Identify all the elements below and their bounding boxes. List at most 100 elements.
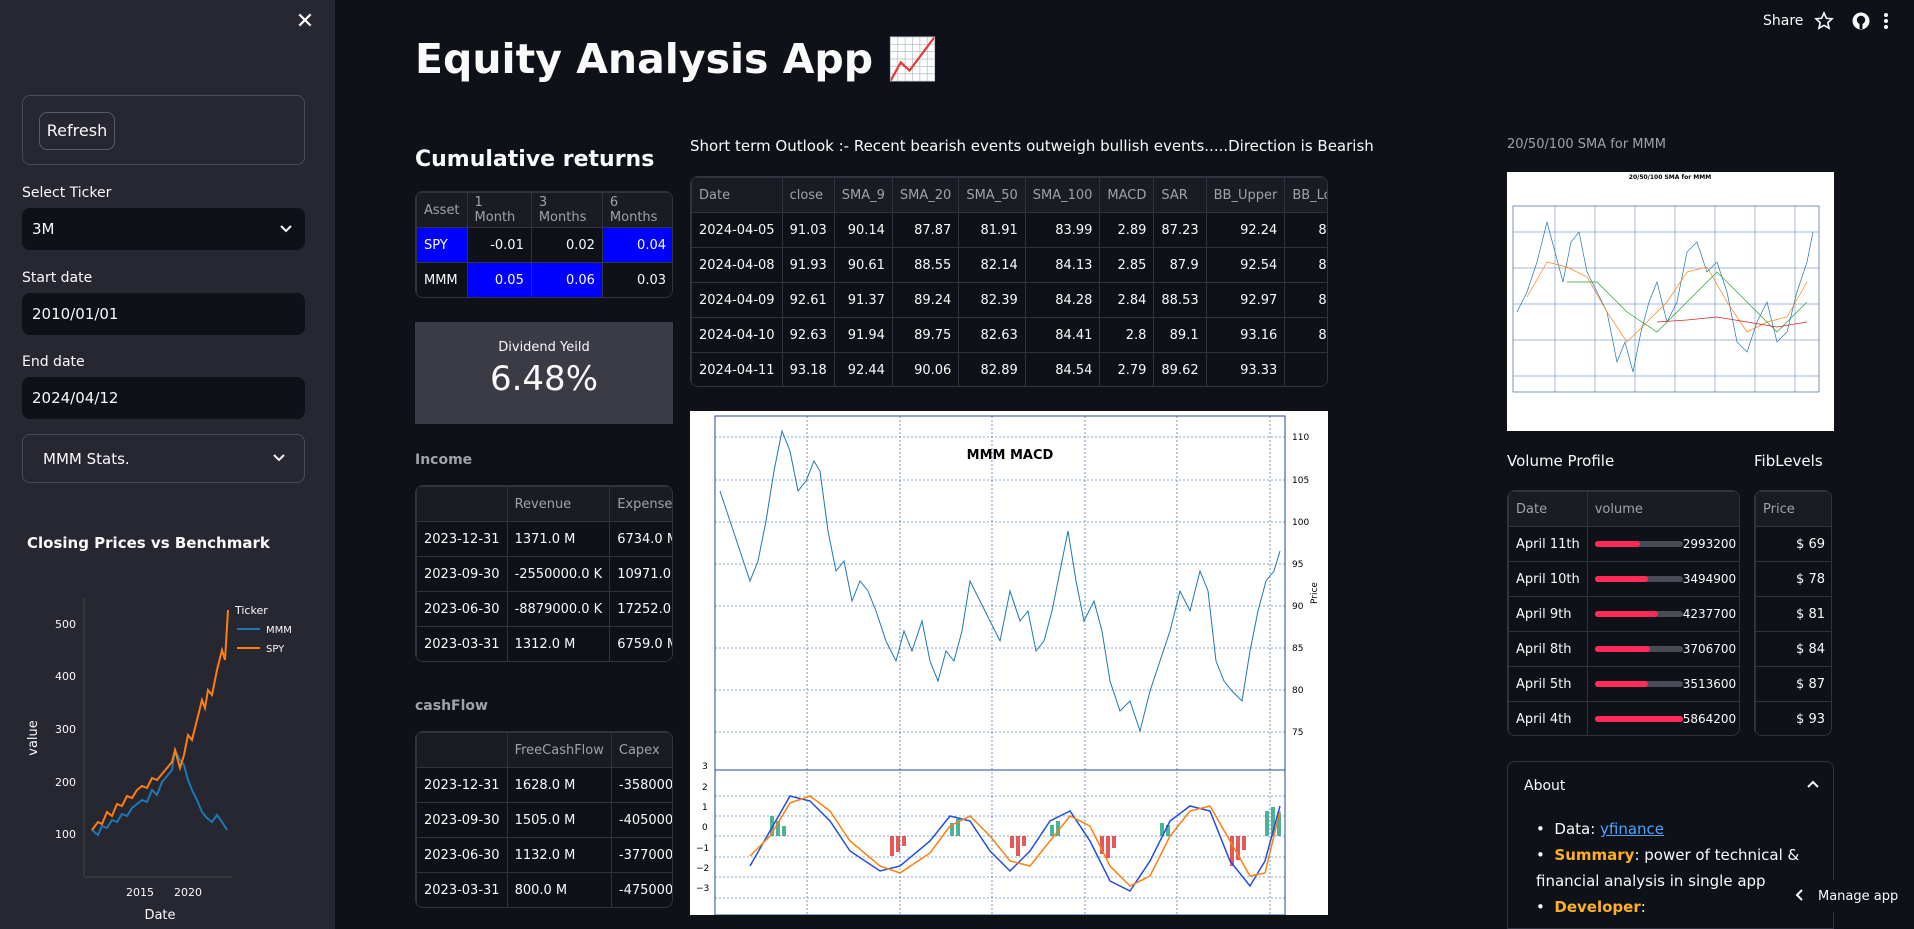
y-tick: 500: [55, 618, 76, 631]
table-cell: April 5th: [1508, 666, 1588, 702]
table-cell: 92.63: [781, 317, 835, 353]
column-header[interactable]: BB_Upper: [1205, 177, 1286, 213]
column-header[interactable]: Date: [691, 177, 783, 213]
column-header[interactable]: BB_Lower: [1284, 177, 1327, 213]
developer-text: :: [1640, 898, 1646, 916]
column-header[interactable]: Date: [1508, 491, 1588, 527]
column-header[interactable]: [416, 486, 508, 522]
yfinance-link[interactable]: yfinance: [1600, 820, 1664, 838]
column-header[interactable]: 3 Months: [530, 192, 603, 228]
x-axis-label: Date: [144, 908, 175, 919]
table-cell: 2023-09-30: [416, 556, 508, 592]
table-cell: 1132.0 M: [506, 837, 612, 873]
column-header[interactable]: SMA_50: [958, 177, 1026, 213]
github-icon[interactable]: [1851, 11, 1871, 35]
table-cell: 91.37: [833, 282, 893, 318]
column-header[interactable]: SMA_9: [833, 177, 893, 213]
volume-profile-title: Volume Profile: [1507, 452, 1615, 470]
about-title[interactable]: About: [1524, 778, 1565, 794]
table-cell: 82.89: [958, 352, 1026, 386]
column-header[interactable]: SMA_20: [891, 177, 960, 213]
table-cell: 10971.0 M: [609, 556, 672, 592]
table-cell: 84.13: [1024, 247, 1101, 283]
table-row: 2023-03-31 1312.0 M 6759.0 M: [416, 626, 672, 661]
refresh-button[interactable]: Refresh: [39, 112, 115, 150]
table-row: SPY -0.01 0.02 0.04: [416, 227, 672, 263]
table-cell: 2.85: [1099, 247, 1155, 283]
end-date-label: End date: [22, 354, 85, 370]
table-cell: 2024-04-08: [691, 247, 783, 283]
volume-value: 3513600: [1682, 677, 1737, 691]
table-cell: 87.23: [1153, 212, 1207, 248]
table-cell: 90.61: [833, 247, 893, 283]
column-header[interactable]: [416, 732, 508, 768]
legend-title: Ticker: [234, 604, 268, 617]
fib-levels-title: FibLevels: [1754, 452, 1823, 470]
stats-expander[interactable]: MMM Stats.: [22, 434, 305, 483]
manage-app-button[interactable]: Manage app: [1776, 880, 1914, 912]
close-sidebar-icon[interactable]: ✕: [294, 11, 316, 33]
table-cell: 2024-04-10: [691, 317, 783, 353]
data-label: Data:: [1554, 820, 1601, 838]
star-icon[interactable]: [1814, 11, 1834, 35]
x-tick: 2015: [126, 886, 154, 899]
column-header[interactable]: SAR: [1153, 177, 1207, 213]
table-cell: 92.44: [833, 352, 893, 386]
table-cell: 1505.0 M: [506, 802, 612, 838]
end-date-input[interactable]: 2024/04/12: [22, 377, 305, 419]
table-row: 2023-03-31 800.0 M -475000.0 K: [416, 872, 672, 907]
table-cell: 5864200: [1586, 701, 1739, 735]
column-header[interactable]: Expenses: [609, 486, 672, 522]
column-header[interactable]: Capex: [610, 732, 672, 768]
column-header[interactable]: Price: [1755, 491, 1831, 527]
column-header[interactable]: 6 Months: [601, 192, 672, 228]
legend-mmm: MMM: [266, 625, 292, 636]
price-tick: 95: [1292, 560, 1303, 570]
table-cell: 90.14: [833, 212, 893, 248]
table-row: 2023-09-30 1505.0 M -405000.0 K: [416, 802, 672, 838]
column-header[interactable]: close: [781, 177, 835, 213]
more-options-icon[interactable]: [1883, 11, 1889, 35]
table-cell: 87.86: [1284, 212, 1327, 248]
table-row: $ 84: [1755, 631, 1831, 667]
column-header[interactable]: MACD: [1099, 177, 1155, 213]
table-cell: SPY: [416, 227, 468, 263]
macd-tick: −2: [696, 864, 709, 874]
y-tick: 200: [55, 776, 76, 789]
table-cell: 2993200: [1586, 526, 1739, 562]
volume-bar: [1594, 541, 1683, 547]
table-row: $ 81: [1755, 596, 1831, 632]
end-date-value: 2024/04/12: [32, 389, 119, 407]
income-table: Revenue Expenses 2023-12-31 1371.0 M 673…: [415, 485, 673, 662]
column-header[interactable]: SMA_100: [1024, 177, 1101, 213]
y-axis-label: value: [26, 720, 41, 756]
column-header[interactable]: volume: [1586, 491, 1739, 527]
column-header[interactable]: Revenue: [506, 486, 611, 522]
column-header[interactable]: Asset: [416, 192, 468, 228]
table-row: 2024-04-11 93.18 92.44 90.06 82.89 84.54 2.79 8…: [691, 352, 1327, 386]
table-cell: $ 69: [1755, 526, 1831, 562]
ticker-select[interactable]: 3M: [22, 208, 305, 250]
table-cell: April 8th: [1508, 631, 1588, 667]
column-header[interactable]: FreeCashFlow: [506, 732, 612, 768]
chevron-up-icon[interactable]: [1806, 777, 1820, 796]
volume-bar: [1594, 611, 1683, 617]
table-cell: 17252.0 M: [609, 591, 672, 627]
table-cell: 0.03: [601, 262, 672, 297]
table-cell: 88.55: [891, 247, 960, 283]
volume-value: 5864200: [1682, 712, 1737, 726]
table-cell: 2023-06-30: [416, 837, 508, 873]
dividend-label: Dividend Yeild: [498, 340, 590, 355]
macd-tick: −1: [696, 844, 709, 854]
table-cell: 82.39: [958, 282, 1026, 318]
table-cell: 89.62: [1153, 352, 1207, 386]
share-button[interactable]: Share: [1763, 13, 1803, 29]
price-tick: 105: [1292, 476, 1309, 486]
table-cell: $ 81: [1755, 596, 1831, 632]
column-header[interactable]: 1 Month: [466, 192, 532, 228]
start-date-input[interactable]: 2010/01/01: [22, 293, 305, 335]
chevron-left-icon: [1794, 887, 1804, 906]
table-row: 2024-04-08 91.93 90.61 88.55 82.14 84.13 2.85 8…: [691, 247, 1327, 283]
table-cell: 88.65: [1284, 282, 1327, 318]
table-cell: 2024-04-09: [691, 282, 783, 318]
